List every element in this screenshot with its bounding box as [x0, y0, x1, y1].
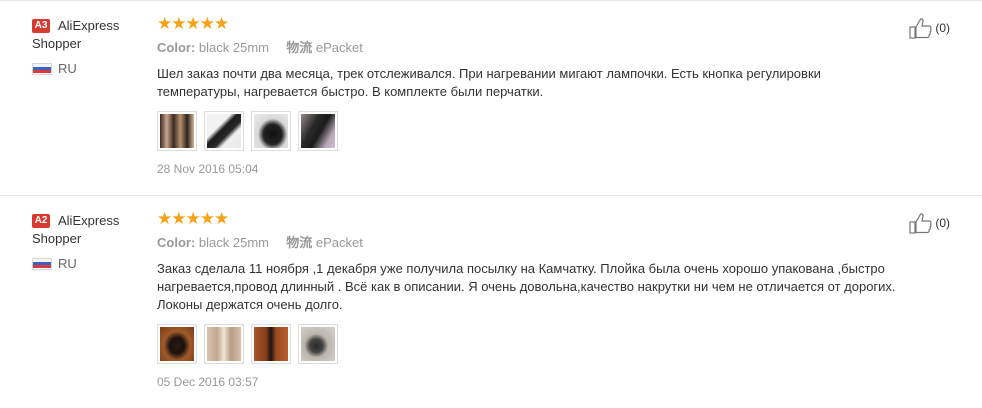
helpful-count: (0) [935, 21, 950, 35]
review-photo-thumbnail[interactable] [298, 324, 338, 364]
shipping-label: 物流 [286, 235, 313, 250]
review-content: ★★★★★ Color: black 25mm 物流 ePacket Заказ… [157, 210, 897, 389]
review-photos [157, 324, 897, 364]
shipping-value: ePacket [315, 40, 363, 55]
review-text: Шел заказ почти два месяца, трек отслежи… [157, 66, 821, 99]
country-code: RU [58, 61, 77, 76]
reviewer-country: RU [32, 61, 142, 76]
order-info: Color: black 25mm 物流 ePacket [157, 40, 897, 56]
thumbs-up-icon [909, 213, 932, 234]
shipping-label: 物流 [286, 40, 313, 55]
thumbs-up-icon [909, 18, 932, 39]
reviewer-name-line1: AliExpress [58, 18, 120, 33]
review-photo-thumbnail[interactable] [204, 111, 244, 151]
color-value: black 25mm [198, 235, 269, 250]
reviewer-country: RU [32, 256, 142, 271]
buyer-level-badge: A3 [32, 19, 50, 33]
review-date: 28 Nov 2016 05:04 [157, 162, 259, 176]
review-content: ★★★★★ Color: black 25mm 物流 ePacket Шел з… [157, 15, 897, 176]
color-label: Color: [157, 235, 196, 250]
review-photo-thumbnail[interactable] [251, 111, 291, 151]
review-photos [157, 111, 897, 151]
color-value: black 25mm [198, 40, 269, 55]
reviewer-info: A2 AliExpress Shopper RU [32, 212, 142, 271]
helpful-button[interactable]: (0) [909, 212, 950, 234]
buyer-level-badge: A2 [32, 214, 50, 228]
review-date: 05 Dec 2016 03:57 [157, 375, 259, 389]
review-photo-thumbnail[interactable] [157, 111, 197, 151]
star-rating: ★★★★★ [157, 14, 229, 33]
review-photo-thumbnail[interactable] [298, 111, 338, 151]
russia-flag-icon [32, 257, 52, 270]
shipping-value: ePacket [315, 235, 363, 250]
review-photo-thumbnail[interactable] [204, 324, 244, 364]
review-item: A2 AliExpress Shopper RU ★★★★★ Color: bl… [0, 196, 982, 408]
reviewer-name-line2: Shopper [32, 36, 82, 51]
review-text: Заказ сделала 11 ноября ,1 декабря уже п… [157, 261, 896, 312]
reviewer-info: A3 AliExpress Shopper RU [32, 17, 142, 76]
reviewer-name-line2: Shopper [32, 231, 82, 246]
helpful-button[interactable]: (0) [909, 17, 950, 39]
review-item: A3 AliExpress Shopper RU ★★★★★ Color: bl… [0, 0, 982, 196]
country-code: RU [58, 256, 77, 271]
review-photo-thumbnail[interactable] [251, 324, 291, 364]
star-rating: ★★★★★ [157, 209, 229, 228]
reviewer-name-line1: AliExpress [58, 213, 120, 228]
color-label: Color: [157, 40, 196, 55]
order-info: Color: black 25mm 物流 ePacket [157, 235, 897, 251]
helpful-count: (0) [935, 216, 950, 230]
review-photo-thumbnail[interactable] [157, 324, 197, 364]
russia-flag-icon [32, 62, 52, 75]
